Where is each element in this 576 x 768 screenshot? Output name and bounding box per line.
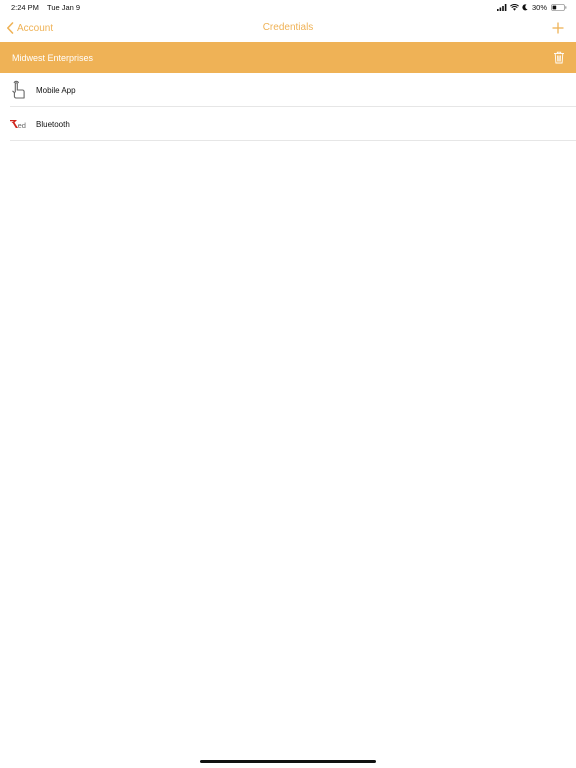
moon-icon xyxy=(522,3,528,10)
credential-row-bluetooth[interactable]: ed Bluetooth xyxy=(0,107,576,141)
home-indicator[interactable] xyxy=(200,760,376,763)
trash-icon xyxy=(554,51,564,64)
status-bar: 2:24 PM Tue Jan 9 30% xyxy=(0,0,576,14)
credential-row-mobile-app[interactable]: Mobile App xyxy=(0,73,576,107)
page-title: Credentials xyxy=(262,22,314,33)
credentials-screen: 2:24 PM Tue Jan 9 30% Account Credential… xyxy=(0,0,576,768)
red-logo-icon: ed xyxy=(10,120,26,130)
credential-label: Mobile App xyxy=(36,86,76,95)
svg-text:ed: ed xyxy=(18,121,26,130)
organization-header: Midwest Enterprises xyxy=(0,42,576,73)
wifi-icon xyxy=(510,3,519,11)
credential-list: Mobile App ed Bluetooth xyxy=(0,73,576,141)
navigation-bar: Account Credentials xyxy=(0,14,576,42)
status-time: 2:24 PM xyxy=(11,3,39,12)
battery-icon xyxy=(551,3,567,11)
organization-name: Midwest Enterprises xyxy=(12,53,94,63)
status-date: Tue Jan 9 xyxy=(47,3,81,12)
plus-icon xyxy=(552,22,564,34)
delete-button[interactable] xyxy=(553,51,565,64)
battery-percent: 30% xyxy=(531,2,547,12)
credential-label: Bluetooth xyxy=(36,120,70,129)
signal-icon xyxy=(496,3,507,11)
touch-hand-icon xyxy=(12,80,25,99)
status-indicators: 30% xyxy=(496,2,567,12)
add-credential-button[interactable] xyxy=(551,21,565,35)
status-time-date: 2:24 PM Tue Jan 9 xyxy=(11,3,80,12)
